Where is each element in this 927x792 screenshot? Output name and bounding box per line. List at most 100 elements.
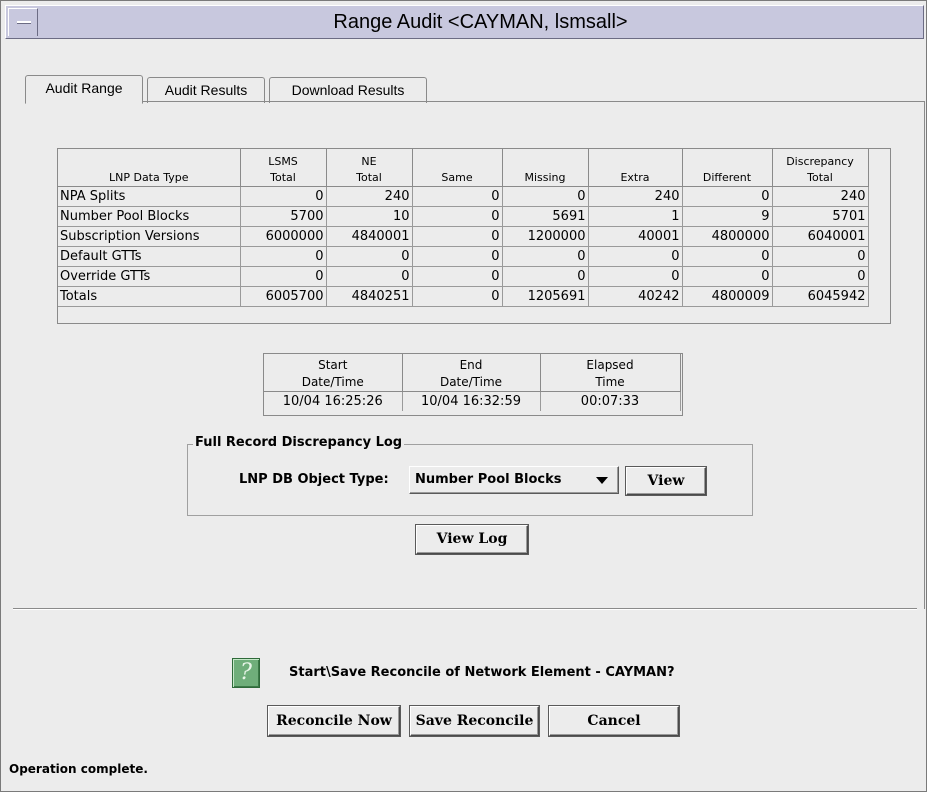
tab-audit-results[interactable]: Audit Results	[147, 77, 265, 103]
table-cell: NPA Splits	[58, 186, 241, 207]
end-time-value: 10/04 16:32:59	[402, 391, 541, 411]
table-cell: 0	[682, 266, 773, 287]
view-log-button[interactable]: View Log	[416, 525, 528, 554]
col-header-text: Total	[356, 170, 382, 184]
table-cell: 9	[682, 206, 773, 227]
table-cell: 0	[772, 266, 869, 287]
table-row: Override GTTs 0 0 0 0 0 0 0	[58, 266, 869, 287]
save-reconcile-button[interactable]: Save Reconcile	[410, 706, 539, 736]
col-header-text: Same	[441, 170, 473, 184]
table-row-totals: Totals 6005700 4840251 0 1205691 40242 4…	[58, 286, 869, 307]
table-cell: 0	[412, 206, 503, 227]
window-menu-button[interactable]	[8, 8, 38, 36]
chevron-down-icon[interactable]	[596, 477, 608, 484]
table-cell: 6005700	[240, 286, 327, 307]
audit-results-table: LNP Data Type LSMS Total NE Total Same Mis…	[57, 148, 891, 324]
timing-header-row: Start Date/Time End Date/Time Elapsed Time	[264, 354, 681, 392]
table-cell: 5691	[502, 206, 589, 227]
table-cell: 4800000	[682, 226, 773, 247]
tab-download-results[interactable]: Download Results	[269, 77, 427, 103]
discrepancy-log-title: Full Record Discrepancy Log	[193, 435, 405, 450]
table-cell: 0	[240, 186, 327, 207]
col-header-end: End Date/Time	[402, 354, 541, 392]
col-header-extra: Extra	[588, 149, 683, 187]
table-cell: Override GTTs	[58, 266, 241, 287]
table-row: Number Pool Blocks 5700 10 0 5691 1 9 57…	[58, 206, 869, 227]
object-type-select[interactable]: Number Pool Blocks	[409, 466, 619, 494]
view-button[interactable]: View	[626, 467, 706, 495]
table-cell: 1205691	[502, 286, 589, 307]
col-header-text: LNP Data Type	[108, 170, 189, 184]
col-header-text: End	[459, 357, 483, 372]
table-cell: 0	[412, 186, 503, 207]
table-cell: 0	[412, 226, 503, 247]
window-menu-icon	[17, 21, 31, 24]
table-cell: 4840001	[326, 226, 413, 247]
table-cell: 40242	[588, 286, 683, 307]
col-header-text: Discrepancy	[786, 154, 854, 168]
title-bar: Range Audit <CAYMAN, lsmsall>	[5, 5, 924, 39]
table-row: Subscription Versions 6000000 4840001 0 …	[58, 226, 869, 247]
table-cell: 1200000	[502, 226, 589, 247]
tab-audit-range[interactable]: Audit Range	[25, 75, 143, 104]
table-cell: Number Pool Blocks	[58, 206, 241, 227]
table-cell: Default GTTs	[58, 246, 241, 267]
table-cell: 6045942	[772, 286, 869, 307]
table-cell: 0	[502, 266, 589, 287]
object-type-value: Number Pool Blocks	[415, 472, 562, 487]
cancel-button[interactable]: Cancel	[549, 706, 679, 736]
table-cell: 5700	[240, 206, 327, 227]
table-cell: 0	[412, 246, 503, 267]
col-header-different: Different	[682, 149, 773, 187]
elapsed-time-value: 00:07:33	[540, 391, 681, 411]
table-row: Default GTTs 0 0 0 0 0 0 0	[58, 246, 869, 267]
table-cell: 4840251	[326, 286, 413, 307]
col-header-text: Date/Time	[439, 374, 503, 389]
table-cell: Subscription Versions	[58, 226, 241, 247]
col-header-text: Start	[318, 357, 348, 372]
col-header-text: Total	[807, 170, 833, 184]
table-cell: 0	[412, 266, 503, 287]
table-cell: 0	[588, 266, 683, 287]
table-cell: 6040001	[772, 226, 869, 247]
col-header-elapsed: Elapsed Time	[540, 354, 681, 392]
col-header-discrepancy-total: Discrepancy Total	[772, 149, 869, 187]
reconcile-now-button[interactable]: Reconcile Now	[268, 706, 400, 736]
table-row: NPA Splits 0 240 0 0 240 0 240	[58, 186, 869, 207]
table-cell: 0	[502, 246, 589, 267]
table-cell: 6000000	[240, 226, 327, 247]
table-cell: 0	[326, 246, 413, 267]
col-header-lsms-total: LSMS Total	[240, 149, 327, 187]
range-audit-window: Range Audit <CAYMAN, lsmsall> Audit Rang…	[0, 0, 927, 792]
table-cell: 0	[240, 266, 327, 287]
col-header-lnp-data-type: LNP Data Type	[58, 149, 241, 187]
table-cell: 240	[772, 186, 869, 207]
col-header-text: Extra	[620, 170, 650, 184]
col-header-text: Total	[270, 170, 296, 184]
table-cell: 4800009	[682, 286, 773, 307]
table-cell: 240	[588, 186, 683, 207]
window-title: Range Audit <CAYMAN, lsmsall>	[333, 11, 628, 33]
table-cell: 0	[240, 246, 327, 267]
col-header-text: Date/Time	[301, 374, 364, 389]
col-header-same: Same	[412, 149, 503, 187]
table-cell: 0	[682, 246, 773, 267]
col-header-text: Elapsed	[586, 357, 634, 372]
table-cell: 0	[772, 246, 869, 267]
divider	[13, 608, 917, 610]
table-cell: 5701	[772, 206, 869, 227]
col-header-text: Different	[702, 170, 752, 184]
table-cell: 240	[326, 186, 413, 207]
col-header-start: Start Date/Time	[264, 354, 403, 392]
table-cell: 0	[682, 186, 773, 207]
table-cell: 0	[502, 186, 589, 207]
col-header-ne-total: NE Total	[326, 149, 413, 187]
audit-timing-table: Start Date/Time End Date/Time Elapsed Time …	[263, 353, 683, 416]
table-cell: Totals	[58, 286, 241, 307]
table-cell: 0	[588, 246, 683, 267]
col-header-text: Time	[595, 374, 625, 389]
object-type-label: LNP DB Object Type:	[239, 472, 389, 487]
help-question-icon: ?	[232, 658, 260, 688]
table-row: 10/04 16:25:26 10/04 16:32:59 00:07:33	[264, 391, 681, 411]
col-header-text: LSMS	[268, 154, 298, 168]
